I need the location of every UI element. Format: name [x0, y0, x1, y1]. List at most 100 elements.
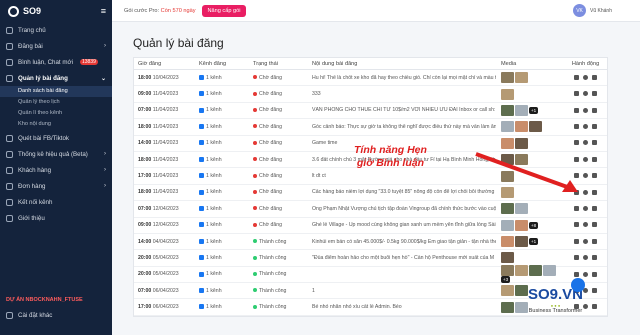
media-thumbnail[interactable]: [501, 265, 514, 277]
delete-icon[interactable]: [592, 222, 597, 228]
comment-icon[interactable]: [574, 107, 579, 113]
media-thumbnail[interactable]: [501, 252, 514, 264]
more-media-badge[interactable]: +1: [529, 238, 539, 246]
user-name[interactable]: Vũ Khánh: [590, 8, 612, 14]
submenu-item[interactable]: Quản lý theo lịch: [0, 97, 112, 108]
delete-icon[interactable]: [592, 74, 597, 80]
col-media[interactable]: Media: [496, 61, 564, 67]
delete-icon[interactable]: [592, 123, 597, 129]
media-thumbnail[interactable]: [515, 265, 528, 277]
media-thumbnail[interactable]: [501, 301, 514, 313]
table-row[interactable]: 14:00 04/04/2023 1 kênh Thành công Kinhủ…: [134, 234, 607, 251]
view-icon[interactable]: [583, 255, 588, 261]
view-icon[interactable]: [583, 107, 588, 113]
delete-icon[interactable]: [592, 271, 597, 277]
menu-toggle-icon[interactable]: ≡: [101, 6, 106, 16]
media-thumbnail[interactable]: [501, 285, 514, 297]
delete-icon[interactable]: [592, 304, 597, 310]
col-content[interactable]: Nội dung bài đăng: [308, 61, 496, 67]
table-row[interactable]: 09:00 11/04/2023 1 kênh Chờ đăng 333: [134, 86, 607, 103]
comment-icon[interactable]: [574, 238, 579, 244]
submenu-item[interactable]: Kho nội dung: [0, 119, 112, 130]
media-thumbnail[interactable]: [515, 72, 528, 84]
media-thumbnail[interactable]: [529, 265, 542, 277]
media-thumbnail[interactable]: [501, 88, 514, 100]
sidebar-item[interactable]: Giới thiệu: [0, 210, 112, 226]
more-media-badge[interactable]: +8: [529, 221, 539, 229]
avatar[interactable]: VK: [573, 4, 587, 17]
view-icon[interactable]: [583, 271, 588, 277]
media-thumbnail[interactable]: [515, 203, 528, 215]
media-thumbnail[interactable]: [529, 121, 542, 133]
delete-icon[interactable]: [592, 255, 597, 261]
sidebar-item[interactable]: Thống kê hiệu quả (Beta) ›: [0, 146, 112, 162]
col-time[interactable]: Giờ đăng: [134, 61, 195, 67]
post-content[interactable]: Kinhủi em bán có sẵn 45.000$/- 0.5kg 90.…: [308, 239, 496, 245]
delete-icon[interactable]: [592, 140, 597, 146]
view-icon[interactable]: [583, 238, 588, 244]
sidebar-item[interactable]: Khách hàng ›: [0, 162, 112, 178]
media-thumbnail[interactable]: [543, 265, 556, 277]
view-icon[interactable]: [583, 140, 588, 146]
post-content[interactable]: "Đùa điểm hoàn hảo cho một buổi hẹn hò" …: [308, 255, 496, 261]
sidebar-item[interactable]: Đăng bài ›: [0, 38, 112, 54]
post-content[interactable]: VĂN PHÒNG CHO THUÊ CHỈ TỪ 10$/m2 VỚI NHI…: [308, 107, 496, 113]
view-icon[interactable]: [583, 222, 588, 228]
delete-icon[interactable]: [592, 287, 597, 293]
table-row[interactable]: 20:00 05/04/2023 1 kênh Thành công "Đùa …: [134, 250, 607, 267]
post-content[interactable]: Ghé lề Village - Up mood cùng không gian…: [308, 222, 496, 228]
view-icon[interactable]: [583, 91, 588, 97]
view-icon[interactable]: [583, 304, 588, 310]
media-thumbnail[interactable]: [501, 219, 514, 231]
col-actions[interactable]: Hành động: [564, 61, 607, 67]
post-content[interactable]: Bé nhỏ nhắn nhỏ xíu cất lề Admin. Béo: [308, 304, 496, 310]
media-thumbnail[interactable]: [501, 236, 514, 248]
delete-icon[interactable]: [592, 156, 597, 162]
comment-icon[interactable]: [574, 123, 579, 129]
media-thumbnail[interactable]: [515, 285, 528, 297]
col-status[interactable]: Trạng thái: [248, 61, 308, 67]
comment-icon[interactable]: [574, 140, 579, 146]
table-row[interactable]: 18:00 11/04/2023 1 kênh Chờ đăng Góc cản…: [134, 119, 607, 136]
chat-widget-icon[interactable]: [571, 278, 586, 292]
sidebar-item[interactable]: Đơn hàng ›: [0, 178, 112, 194]
submenu-item[interactable]: Quản lí theo kênh: [0, 108, 112, 119]
media-thumbnail[interactable]: [515, 236, 528, 248]
media-thumbnail[interactable]: [501, 72, 514, 84]
comment-icon[interactable]: [574, 91, 579, 97]
sidebar-item-settings[interactable]: Cài đặt khác: [0, 307, 52, 323]
table-row[interactable]: 20:00 05/04/2023 1 kênh Thành công +3: [134, 265, 607, 284]
media-thumbnail[interactable]: [515, 301, 528, 313]
comment-icon[interactable]: [574, 255, 579, 261]
more-media-badge[interactable]: +1: [529, 106, 539, 114]
media-thumbnail[interactable]: [515, 121, 528, 133]
comment-icon[interactable]: [574, 222, 579, 228]
media-thumbnail[interactable]: [501, 137, 514, 149]
media-thumbnail[interactable]: [501, 121, 514, 133]
col-channel[interactable]: Kênh đăng: [195, 61, 248, 67]
comment-icon[interactable]: [574, 205, 579, 211]
delete-icon[interactable]: [592, 205, 597, 211]
sidebar-item[interactable]: Bình luận, Chat mới 13839: [0, 54, 112, 70]
submenu-item[interactable]: Danh sách bài đăng: [0, 86, 112, 97]
delete-icon[interactable]: [592, 91, 597, 97]
post-content[interactable]: 1: [308, 288, 496, 294]
media-thumbnail[interactable]: [501, 203, 514, 215]
comment-icon[interactable]: [574, 74, 579, 80]
more-media-badge[interactable]: +3: [501, 276, 511, 284]
post-content[interactable]: 333: [308, 91, 496, 97]
table-row[interactable]: 09:00 12/04/2023 1 kênh Chờ đăng Ghé lề …: [134, 218, 607, 234]
media-thumbnail[interactable]: [515, 219, 528, 231]
view-icon[interactable]: [583, 205, 588, 211]
post-content[interactable]: lt dt ct: [308, 173, 496, 179]
table-row[interactable]: 07:00 12/04/2023 1 kênh Chờ đăng Ông Phạ…: [134, 201, 607, 218]
sidebar-item[interactable]: Quản lý bài đăng ⌄: [0, 70, 112, 86]
table-row[interactable]: 07:00 11/04/2023 1 kênh Chờ đăng VĂN PHÒ…: [134, 103, 607, 120]
view-icon[interactable]: [583, 123, 588, 129]
delete-icon[interactable]: [592, 189, 597, 195]
upgrade-button[interactable]: Nâng cấp gói: [201, 4, 247, 17]
table-row[interactable]: 18:00 10/04/2023 1 kênh Chờ đăng Hu hi! …: [134, 70, 607, 87]
post-content[interactable]: Góc cảnh báo: Thực sự giờ ta không thể n…: [308, 124, 496, 130]
post-content[interactable]: Hu hi! Thế là chốt xe kho đã hay theo ch…: [308, 75, 496, 81]
media-thumbnail[interactable]: [515, 137, 528, 149]
